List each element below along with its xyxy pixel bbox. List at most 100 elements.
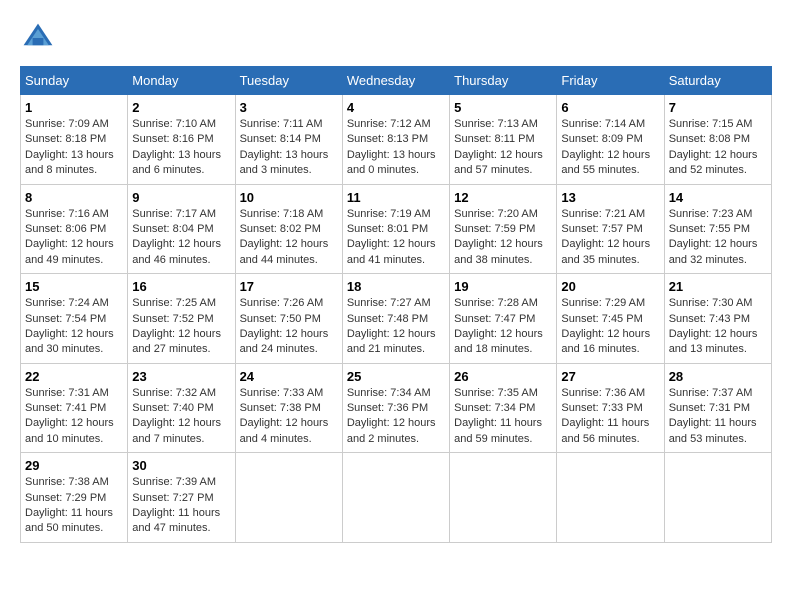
logo — [20, 20, 62, 56]
day-number: 15 — [25, 279, 123, 294]
day-number: 2 — [132, 100, 230, 115]
calendar-cell: 24Sunrise: 7:33 AMSunset: 7:38 PMDayligh… — [235, 363, 342, 453]
calendar-cell: 25 Sunrise: 7:34 AMSunset: 7:36 PMDayligh… — [342, 363, 449, 453]
day-info: Sunrise: 7:27 AMSunset: 7:48 PMDaylight:… — [347, 296, 445, 358]
day-number: 10 — [240, 190, 338, 205]
calendar-cell: 10 Sunrise: 7:18 AMSunset: 8:02 PMDayligh… — [235, 184, 342, 274]
day-number: 14 — [669, 190, 767, 205]
day-info: Sunrise: 7:28 AMSunset: 7:47 PMDaylight:… — [454, 296, 552, 358]
column-header-saturday: Saturday — [664, 67, 771, 95]
calendar-cell: 19 Sunrise: 7:28 AMSunset: 7:47 PMDayligh… — [450, 274, 557, 364]
day-number: 1 — [25, 100, 123, 115]
calendar-cell: 5 Sunrise: 7:13 AMSunset: 8:11 PMDaylight… — [450, 95, 557, 185]
calendar-cell: 29 Sunrise: 7:38 AMSunset: 7:29 PMDayligh… — [21, 453, 128, 543]
day-number: 6 — [561, 100, 659, 115]
day-number: 25 — [347, 369, 445, 384]
calendar-cell: 23 Sunrise: 7:32 AMSunset: 7:40 PMDayligh… — [128, 363, 235, 453]
calendar-cell — [557, 453, 664, 543]
calendar-cell: 3 Sunrise: 7:11 AMSunset: 8:14 PMDaylight… — [235, 95, 342, 185]
column-header-tuesday: Tuesday — [235, 67, 342, 95]
day-info: Sunrise: 7:19 AMSunset: 8:01 PMDaylight:… — [347, 207, 445, 269]
day-number: 29 — [25, 458, 123, 473]
day-number: 30 — [132, 458, 230, 473]
day-info: Sunrise: 7:12 AMSunset: 8:13 PMDaylight:… — [347, 117, 445, 179]
day-number: 23 — [132, 369, 230, 384]
day-info: Sunrise: 7:10 AMSunset: 8:16 PMDaylight:… — [132, 117, 230, 179]
column-header-friday: Friday — [557, 67, 664, 95]
calendar-cell: 12 Sunrise: 7:20 AMSunset: 7:59 PMDayligh… — [450, 184, 557, 274]
day-info: Sunrise: 7:39 AMSunset: 7:27 PMDaylight:… — [132, 475, 230, 537]
day-number: 22 — [25, 369, 123, 384]
logo-icon — [20, 20, 56, 56]
day-info: Sunrise: 7:17 AMSunset: 8:04 PMDaylight:… — [132, 207, 230, 269]
calendar-cell — [235, 453, 342, 543]
day-number: 17 — [240, 279, 338, 294]
day-info: Sunrise: 7:38 AMSunset: 7:29 PMDaylight:… — [25, 475, 123, 537]
column-header-thursday: Thursday — [450, 67, 557, 95]
day-info: Sunrise: 7:35 AMSunset: 7:34 PMDaylight:… — [454, 386, 552, 448]
day-info: Sunrise: 7:14 AMSunset: 8:09 PMDaylight:… — [561, 117, 659, 179]
day-info: Sunrise: 7:34 AMSunset: 7:36 PMDaylight:… — [347, 386, 445, 448]
column-header-wednesday: Wednesday — [342, 67, 449, 95]
day-info: Sunrise: 7:32 AMSunset: 7:40 PMDaylight:… — [132, 386, 230, 448]
calendar-cell: 17 Sunrise: 7:26 AMSunset: 7:50 PMDayligh… — [235, 274, 342, 364]
calendar-cell: 7 Sunrise: 7:15 AMSunset: 8:08 PMDaylight… — [664, 95, 771, 185]
calendar-cell — [664, 453, 771, 543]
calendar-table: SundayMondayTuesdayWednesdayThursdayFrid… — [20, 66, 772, 543]
day-info: Sunrise: 7:29 AMSunset: 7:45 PMDaylight:… — [561, 296, 659, 358]
calendar-cell: 8Sunrise: 7:16 AMSunset: 8:06 PMDaylight… — [21, 184, 128, 274]
day-number: 3 — [240, 100, 338, 115]
calendar-cell: 27 Sunrise: 7:36 AMSunset: 7:33 PMDayligh… — [557, 363, 664, 453]
day-number: 5 — [454, 100, 552, 115]
calendar-cell — [342, 453, 449, 543]
day-info: Sunrise: 7:36 AMSunset: 7:33 PMDaylight:… — [561, 386, 659, 448]
day-info: Sunrise: 7:20 AMSunset: 7:59 PMDaylight:… — [454, 207, 552, 269]
day-number: 27 — [561, 369, 659, 384]
calendar-cell: 2 Sunrise: 7:10 AMSunset: 8:16 PMDaylight… — [128, 95, 235, 185]
day-number: 16 — [132, 279, 230, 294]
day-info: Sunrise: 7:15 AMSunset: 8:08 PMDaylight:… — [669, 117, 767, 179]
day-number: 24 — [240, 369, 338, 384]
day-number: 7 — [669, 100, 767, 115]
day-info: Sunrise: 7:09 AMSunset: 8:18 PMDaylight:… — [25, 117, 123, 179]
day-number: 28 — [669, 369, 767, 384]
day-number: 18 — [347, 279, 445, 294]
calendar-cell: 13 Sunrise: 7:21 AMSunset: 7:57 PMDayligh… — [557, 184, 664, 274]
calendar-cell: 21 Sunrise: 7:30 AMSunset: 7:43 PMDayligh… — [664, 274, 771, 364]
day-number: 12 — [454, 190, 552, 205]
day-info: Sunrise: 7:23 AMSunset: 7:55 PMDaylight:… — [669, 207, 767, 269]
calendar-cell: 9 Sunrise: 7:17 AMSunset: 8:04 PMDaylight… — [128, 184, 235, 274]
calendar-cell: 26 Sunrise: 7:35 AMSunset: 7:34 PMDayligh… — [450, 363, 557, 453]
calendar-cell: 6 Sunrise: 7:14 AMSunset: 8:09 PMDaylight… — [557, 95, 664, 185]
day-number: 11 — [347, 190, 445, 205]
day-info: Sunrise: 7:13 AMSunset: 8:11 PMDaylight:… — [454, 117, 552, 179]
calendar-cell: 11 Sunrise: 7:19 AMSunset: 8:01 PMDayligh… — [342, 184, 449, 274]
day-info: Sunrise: 7:25 AMSunset: 7:52 PMDaylight:… — [132, 296, 230, 358]
calendar-cell: 20 Sunrise: 7:29 AMSunset: 7:45 PMDayligh… — [557, 274, 664, 364]
day-number: 9 — [132, 190, 230, 205]
day-number: 20 — [561, 279, 659, 294]
calendar-cell — [450, 453, 557, 543]
day-info: Sunrise: 7:26 AMSunset: 7:50 PMDaylight:… — [240, 296, 338, 358]
week-row-2: 8Sunrise: 7:16 AMSunset: 8:06 PMDaylight… — [21, 184, 772, 274]
calendar-cell: 28Sunrise: 7:37 AMSunset: 7:31 PMDayligh… — [664, 363, 771, 453]
day-number: 13 — [561, 190, 659, 205]
calendar-cell: 22 Sunrise: 7:31 AMSunset: 7:41 PMDayligh… — [21, 363, 128, 453]
day-info: Sunrise: 7:24 AMSunset: 7:54 PMDaylight:… — [25, 296, 123, 358]
day-number: 21 — [669, 279, 767, 294]
calendar-cell: 16 Sunrise: 7:25 AMSunset: 7:52 PMDayligh… — [128, 274, 235, 364]
page-header — [20, 20, 772, 56]
day-info: Sunrise: 7:18 AMSunset: 8:02 PMDaylight:… — [240, 207, 338, 269]
week-row-4: 22 Sunrise: 7:31 AMSunset: 7:41 PMDayligh… — [21, 363, 772, 453]
day-info: Sunrise: 7:31 AMSunset: 7:41 PMDaylight:… — [25, 386, 123, 448]
calendar-header-row: SundayMondayTuesdayWednesdayThursdayFrid… — [21, 67, 772, 95]
day-info: Sunrise: 7:16 AMSunset: 8:06 PMDaylight:… — [25, 207, 123, 269]
day-number: 19 — [454, 279, 552, 294]
day-info: Sunrise: 7:11 AMSunset: 8:14 PMDaylight:… — [240, 117, 338, 179]
day-info: Sunrise: 7:21 AMSunset: 7:57 PMDaylight:… — [561, 207, 659, 269]
day-number: 26 — [454, 369, 552, 384]
calendar-cell: 30 Sunrise: 7:39 AMSunset: 7:27 PMDayligh… — [128, 453, 235, 543]
day-number: 4 — [347, 100, 445, 115]
week-row-3: 15 Sunrise: 7:24 AMSunset: 7:54 PMDayligh… — [21, 274, 772, 364]
day-info: Sunrise: 7:30 AMSunset: 7:43 PMDaylight:… — [669, 296, 767, 358]
